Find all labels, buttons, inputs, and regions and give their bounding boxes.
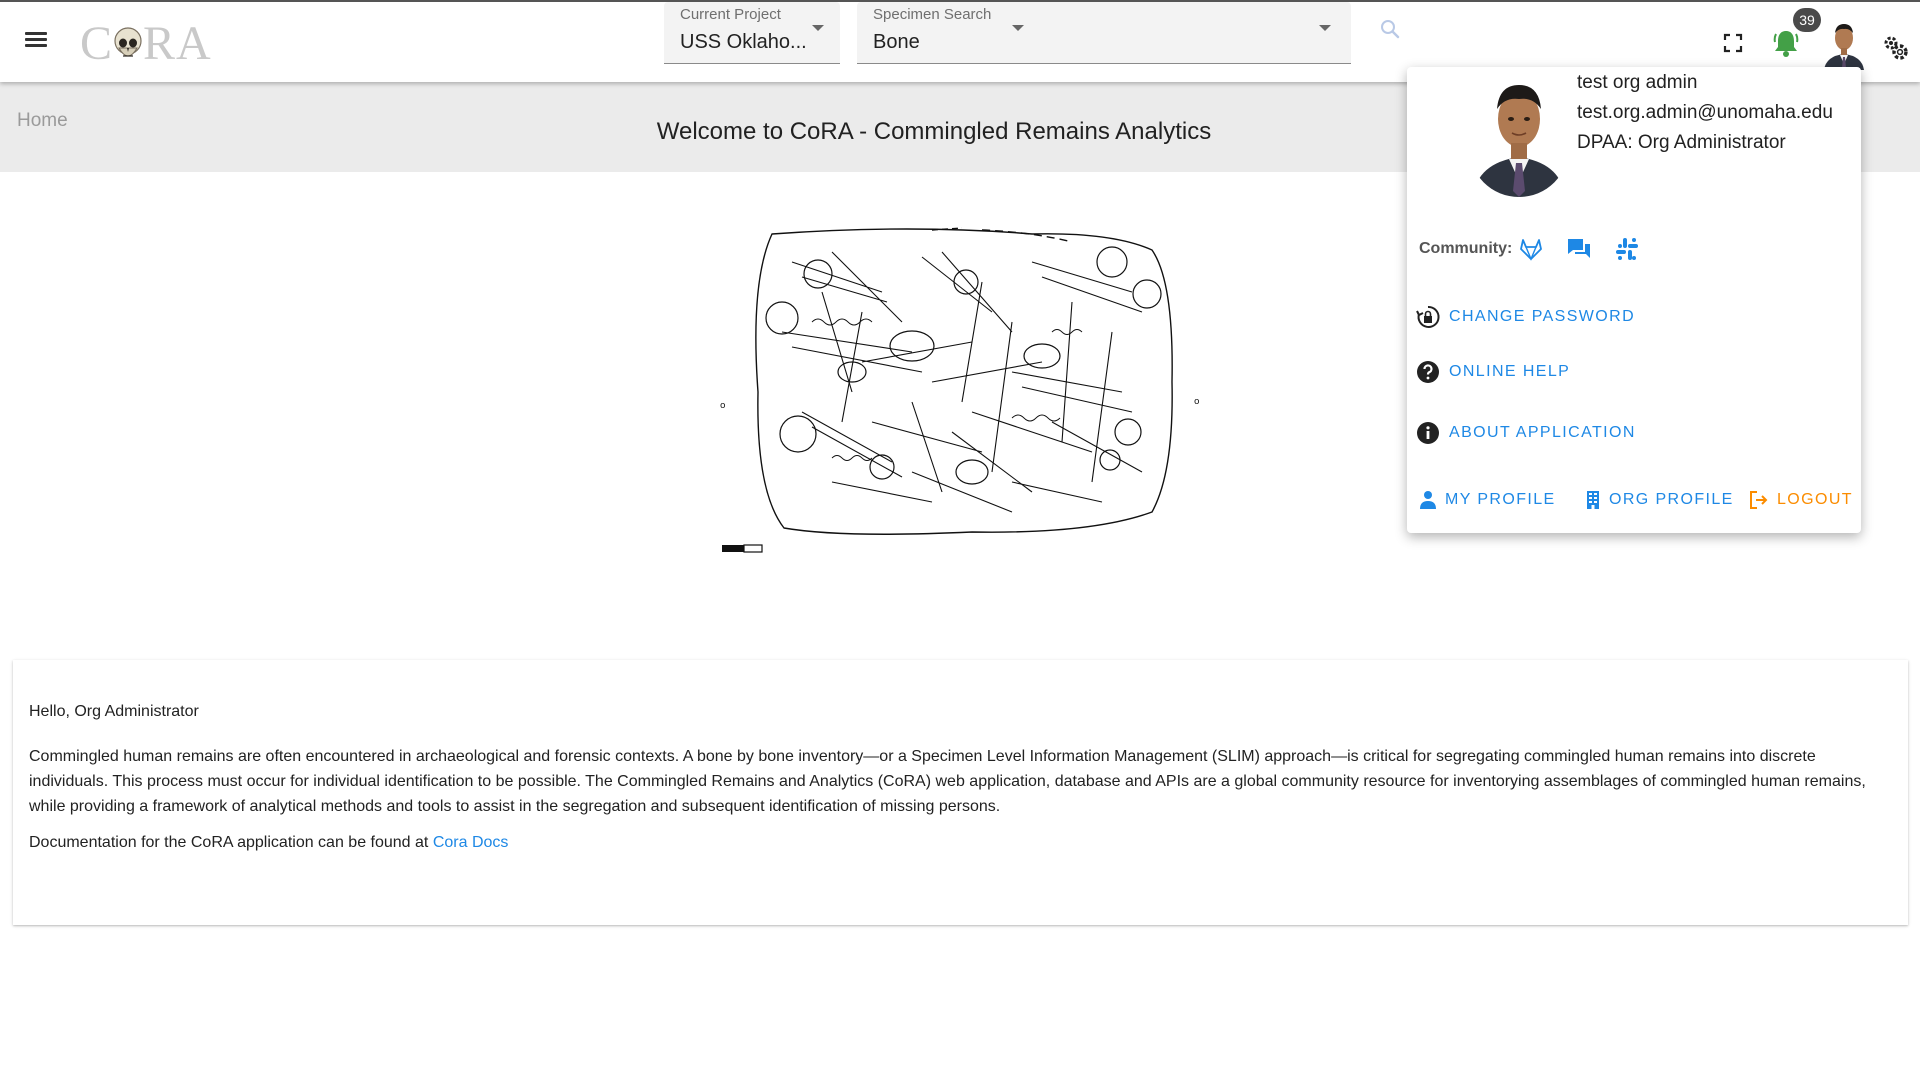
online-help-item[interactable]: ONLINE HELP — [1415, 357, 1570, 387]
settings-gears-icon[interactable] — [1880, 32, 1910, 62]
commingled-remains-illustration: o o — [720, 227, 1200, 553]
logo-text-ra: RA — [143, 16, 212, 70]
change-password-item[interactable]: CHANGE PASSWORD — [1415, 302, 1635, 332]
current-project-value: USS Oklaho... — [680, 31, 807, 53]
about-application-label: ABOUT APPLICATION — [1449, 424, 1636, 441]
user-role: DPAA: Org Administrator — [1577, 132, 1786, 153]
logo-text-c: C — [80, 16, 114, 70]
my-profile-button[interactable]: MY PROFILE — [1419, 485, 1556, 515]
skull-icon — [114, 27, 142, 57]
profile-dropdown-menu: test org admin test.org.admin@unomaha.ed… — [1407, 67, 1861, 533]
user-avatar[interactable] — [1822, 18, 1866, 70]
building-icon — [1587, 491, 1599, 509]
documentation-text: Documentation for the CoRA application c… — [29, 830, 1899, 855]
chevron-down-icon — [1012, 25, 1024, 31]
hamburger-menu-icon[interactable] — [22, 29, 50, 57]
fullscreen-glyph — [1723, 33, 1743, 53]
help-glyph — [1417, 361, 1439, 383]
specimen-search-select[interactable]: Specimen Search Bone — [857, 2, 1351, 64]
community-label: Community: — [1419, 240, 1513, 257]
intro-paragraph: Commingled human remains are often encou… — [29, 748, 1866, 815]
greeting-text: Hello, Org Administrator — [29, 703, 199, 720]
chevron-down-icon — [1319, 25, 1331, 31]
bell-glyph — [1773, 31, 1799, 57]
info-circle-icon — [1415, 420, 1441, 446]
specimen-search-label: Specimen Search — [873, 6, 992, 23]
search-icon[interactable] — [1378, 17, 1402, 41]
org-profile-button[interactable]: ORG PROFILE — [1585, 485, 1734, 515]
profile-portrait — [1469, 73, 1569, 197]
avatar-portrait — [1822, 18, 1866, 70]
my-profile-label: MY PROFILE — [1445, 491, 1556, 508]
cora-logo[interactable]: C RA — [80, 16, 212, 70]
info-glyph — [1417, 422, 1439, 444]
notification-count-badge: 39 — [1793, 8, 1821, 32]
help-circle-icon — [1415, 359, 1441, 385]
svg-text:o: o — [720, 401, 726, 411]
docs-prefix: Documentation for the CoRA application c… — [29, 834, 433, 851]
slack-icon[interactable] — [1613, 235, 1641, 263]
chevron-down-icon — [812, 25, 824, 31]
logout-button[interactable]: LOGOUT — [1749, 485, 1853, 515]
online-help-label: ONLINE HELP — [1449, 363, 1571, 380]
gitlab-icon[interactable] — [1517, 235, 1545, 263]
user-name: test org admin — [1577, 72, 1698, 93]
profile-photo — [1469, 73, 1569, 197]
svg-text:o: o — [1194, 397, 1200, 407]
person-icon — [1420, 491, 1436, 509]
about-application-item[interactable]: ABOUT APPLICATION — [1415, 418, 1636, 448]
current-project-select[interactable]: Current Project USS Oklaho... — [664, 2, 840, 64]
fullscreen-icon[interactable] — [1720, 30, 1746, 56]
current-project-label: Current Project — [680, 6, 781, 23]
welcome-card: Hello, Org Administrator Commingled huma… — [13, 660, 1908, 925]
forum-icon[interactable] — [1565, 235, 1593, 263]
logout-label: LOGOUT — [1777, 491, 1853, 508]
lock-reset-glyph — [1416, 305, 1440, 328]
lock-reset-icon — [1415, 304, 1441, 330]
logout-icon — [1750, 491, 1768, 509]
change-password-label: CHANGE PASSWORD — [1449, 308, 1636, 325]
user-email: test.org.admin@unomaha.edu — [1577, 102, 1833, 123]
gears-glyph — [1884, 36, 1908, 60]
cora-docs-link[interactable]: Cora Docs — [433, 834, 509, 851]
notifications-bell-icon[interactable] — [1770, 27, 1802, 59]
specimen-search-value: Bone — [873, 31, 920, 53]
org-profile-label: ORG PROFILE — [1609, 491, 1734, 508]
